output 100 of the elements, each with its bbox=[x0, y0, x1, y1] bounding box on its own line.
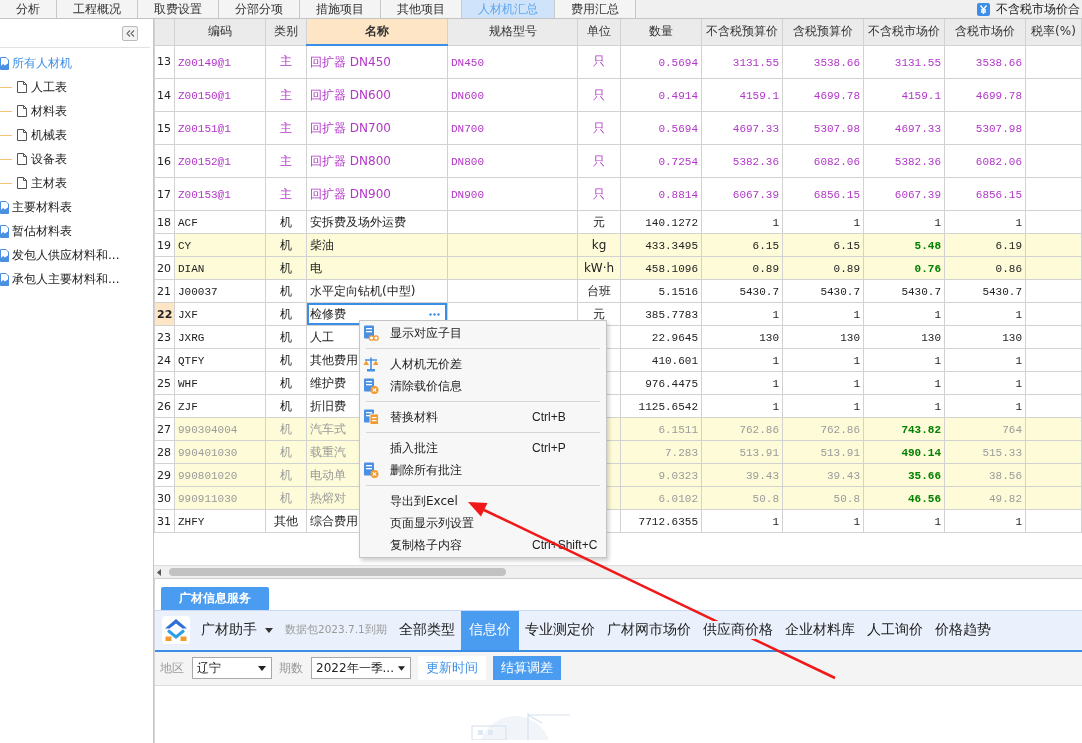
tree-item[interactable]: 材料表 bbox=[0, 99, 153, 123]
quantity-value: 0.5694 bbox=[658, 123, 698, 135]
quantity-value: 458.1096 bbox=[645, 263, 698, 275]
column-header[interactable]: 税率(%) bbox=[1025, 19, 1082, 45]
row-number[interactable]: 23 bbox=[154, 325, 175, 349]
tree-item[interactable]: 机械表 bbox=[0, 123, 153, 147]
column-header[interactable]: 含税市场价 bbox=[944, 19, 1026, 45]
column-header[interactable]: 编码 bbox=[174, 19, 266, 45]
category-text: 机 bbox=[280, 329, 292, 344]
category-text: 机 bbox=[280, 421, 292, 436]
price-value: 50.8 bbox=[752, 493, 779, 505]
row-number[interactable]: 20 bbox=[154, 256, 175, 280]
tree-item[interactable]: 所有人材机 bbox=[0, 51, 153, 75]
price-value: 6.19 bbox=[995, 240, 1022, 252]
price-value: 1 bbox=[1015, 516, 1022, 528]
tree-item[interactable]: 人工表 bbox=[0, 75, 153, 99]
column-header[interactable]: 含税预算价 bbox=[782, 19, 864, 45]
menu-item[interactable]: 替换材料 Ctrl+B bbox=[363, 406, 603, 428]
row-number[interactable]: 13 bbox=[154, 45, 175, 79]
row-number[interactable]: 22 bbox=[154, 302, 175, 326]
scroll-left-icon[interactable] bbox=[157, 568, 161, 576]
dropdown[interactable]: 辽宁 bbox=[192, 657, 272, 680]
category-text: 机 bbox=[280, 237, 292, 252]
column-header[interactable]: 类别 bbox=[265, 19, 307, 45]
price-value: 4697.33 bbox=[894, 123, 941, 135]
source-tab[interactable]: 专业测定价 bbox=[518, 611, 601, 650]
column-header[interactable]: 不含税市场价 bbox=[863, 19, 945, 45]
row-number[interactable]: 18 bbox=[154, 210, 175, 234]
menu-item[interactable]: 导出到Excel bbox=[363, 490, 603, 512]
category-text: 机 bbox=[280, 444, 292, 459]
quantity-value: 1125.6542 bbox=[638, 401, 698, 413]
source-tab[interactable]: 价格趋势 bbox=[928, 611, 997, 650]
row-number[interactable]: 19 bbox=[154, 233, 175, 257]
source-tab[interactable]: 人工询价 bbox=[860, 611, 929, 650]
material-code: Z00149@1 bbox=[178, 56, 231, 69]
material-name: 人工 bbox=[310, 329, 334, 344]
quantity-value: 0.8814 bbox=[658, 189, 698, 201]
tree-item[interactable]: 主要材料表 bbox=[0, 195, 153, 219]
tab[interactable]: 取费设置 bbox=[138, 0, 219, 18]
source-tab[interactable]: 企业材料库 bbox=[778, 611, 861, 650]
scrollbar-thumb[interactable] bbox=[169, 568, 506, 576]
price-value: 1 bbox=[772, 516, 779, 528]
category-text: 机 bbox=[280, 283, 292, 298]
tab[interactable]: 费用汇总 bbox=[555, 0, 636, 18]
row-number[interactable]: 25 bbox=[154, 371, 175, 395]
column-header[interactable]: 单位 bbox=[577, 19, 621, 45]
material-code: Z00152@1 bbox=[178, 156, 231, 168]
row-number[interactable]: 26 bbox=[154, 394, 175, 418]
source-tab[interactable]: 全部类型 bbox=[392, 611, 461, 650]
tree-item[interactable]: 主材表 bbox=[0, 171, 153, 195]
column-header[interactable]: 数量 bbox=[620, 19, 702, 45]
category-text: 主 bbox=[280, 120, 292, 135]
row-number[interactable]: 16 bbox=[154, 144, 175, 178]
material-name: 柴油 bbox=[310, 237, 334, 252]
price-value: 3131.55 bbox=[894, 56, 941, 69]
tax-toggle[interactable]: 不含税市场价合 bbox=[977, 0, 1082, 18]
price-value: 5430.7 bbox=[739, 286, 779, 298]
column-header[interactable]: 规格型号 bbox=[447, 19, 578, 45]
tree-item[interactable]: 设备表 bbox=[0, 147, 153, 171]
ellipsis-icon[interactable] bbox=[429, 312, 440, 316]
row-number[interactable]: 21 bbox=[154, 279, 175, 303]
row-number[interactable]: 31 bbox=[154, 509, 175, 533]
price-value: 1 bbox=[934, 401, 941, 413]
price-value: 4699.78 bbox=[975, 90, 1022, 102]
collapse-button[interactable] bbox=[122, 25, 138, 41]
dropdown[interactable]: 2022年一季... bbox=[311, 657, 411, 680]
update-button[interactable]: 更新时间 bbox=[418, 656, 486, 681]
menu-item[interactable]: 页面显示列设置 bbox=[363, 512, 603, 534]
menu-item[interactable]: 删除所有批注 bbox=[363, 459, 603, 481]
tab[interactable]: 分部分项 bbox=[219, 0, 300, 18]
source-tab[interactable]: 广材网市场价 bbox=[600, 611, 697, 650]
menu-item[interactable]: 人材机无价差 bbox=[363, 353, 603, 375]
row-number[interactable]: 15 bbox=[154, 111, 175, 145]
tab[interactable]: 措施项目 bbox=[300, 0, 381, 18]
price-value: 1 bbox=[934, 355, 941, 367]
column-header[interactable]: 不含税预算价 bbox=[701, 19, 783, 45]
material-code: DIAN bbox=[178, 263, 205, 275]
row-number[interactable]: 17 bbox=[154, 177, 175, 211]
horizontal-scrollbar[interactable] bbox=[154, 565, 1082, 579]
price-value: 513.91 bbox=[739, 447, 779, 459]
quantity-value: 0.7254 bbox=[658, 156, 698, 168]
row-number[interactable]: 24 bbox=[154, 348, 175, 372]
column-header[interactable]: 名称 bbox=[306, 19, 448, 45]
assistant-dropdown[interactable]: 广材助手 bbox=[201, 621, 273, 640]
source-tab[interactable]: 供应商价格 bbox=[696, 611, 779, 650]
tab[interactable]: 其他项目 bbox=[381, 0, 462, 18]
material-name: 汽车式 bbox=[310, 421, 346, 436]
menu-item[interactable]: 清除载价信息 bbox=[363, 375, 603, 397]
price-value: 130 bbox=[759, 332, 779, 344]
tree-item[interactable]: 承包人主要材料和... bbox=[0, 267, 153, 291]
tree-item[interactable]: 暂估材料表 bbox=[0, 219, 153, 243]
tab[interactable]: 分析 bbox=[0, 0, 57, 18]
material-name: 回扩器 DN800 bbox=[310, 153, 391, 168]
tab[interactable]: 工程概况 bbox=[57, 0, 138, 18]
material-name: 电 bbox=[310, 260, 322, 275]
tree-item[interactable]: 发包人供应材料和... bbox=[0, 243, 153, 267]
menu-item[interactable]: 插入批注 Ctrl+P bbox=[363, 437, 603, 459]
menu-item[interactable]: 显示对应子目 bbox=[363, 322, 603, 344]
row-number[interactable]: 14 bbox=[154, 78, 175, 112]
material-name: 其他费用 bbox=[310, 352, 358, 367]
